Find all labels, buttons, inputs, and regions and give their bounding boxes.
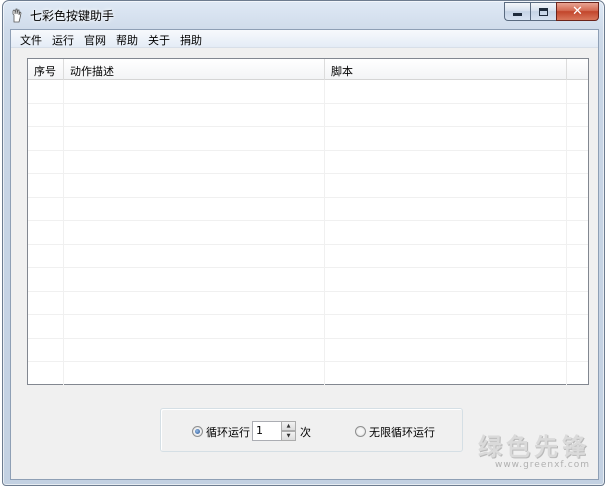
window-title: 七彩色按键助手 <box>30 9 115 23</box>
table-row <box>28 362 588 386</box>
table-row <box>28 174 588 198</box>
table-row <box>28 80 588 104</box>
column-header-description[interactable]: 动作描述 <box>64 59 325 80</box>
table-row <box>28 338 588 362</box>
menu-bar: 文件 运行 官网 帮助 关于 捐助 <box>11 30 598 48</box>
times-label: 次 <box>300 426 311 439</box>
table-row <box>28 268 588 292</box>
title-bar[interactable]: 七彩色按键助手 ✕ <box>3 1 604 29</box>
column-header-filler <box>567 59 588 80</box>
table-row <box>28 197 588 221</box>
table-row <box>28 127 588 151</box>
spin-down-button[interactable]: ▼ <box>281 431 296 441</box>
loop-label[interactable]: 循环运行 <box>206 424 250 440</box>
menu-about[interactable]: 关于 <box>143 30 175 47</box>
table-row <box>28 291 588 315</box>
watermark-url: www.greenxf.com <box>494 460 590 470</box>
caption-buttons: ✕ <box>504 2 599 21</box>
menu-help[interactable]: 帮助 <box>111 30 143 47</box>
infinite-loop-radio[interactable] <box>355 426 366 437</box>
watermark-text: 绿色先锋 <box>478 433 590 461</box>
spin-up-button[interactable]: ▲ <box>281 421 296 431</box>
table-row <box>28 244 588 268</box>
close-icon: ✕ <box>572 4 583 19</box>
list-header: 序号 动作描述 脚本 <box>28 59 588 80</box>
column-header-index[interactable]: 序号 <box>28 59 64 80</box>
app-window: 七彩色按键助手 ✕ 文件 运行 官网 帮助 关于 捐助 序号 动作描述 脚本 循… <box>2 0 605 486</box>
loop-count-spinner: ▲ ▼ <box>281 421 296 441</box>
table-row <box>28 315 588 339</box>
arrow-down-icon: ▼ <box>286 432 291 439</box>
menu-website[interactable]: 官网 <box>79 30 111 47</box>
action-list[interactable]: 序号 动作描述 脚本 <box>27 58 589 386</box>
menu-run[interactable]: 运行 <box>47 30 79 47</box>
table-row <box>28 150 588 174</box>
hand-icon <box>12 8 22 23</box>
menu-file[interactable]: 文件 <box>15 30 47 47</box>
watermark: 绿色先锋 www.greenxf.com <box>478 427 590 470</box>
minimize-icon <box>513 13 522 16</box>
list-body[interactable] <box>28 80 588 386</box>
loop-radio[interactable] <box>192 426 203 437</box>
minimize-button[interactable] <box>504 2 530 21</box>
maximize-icon <box>539 7 548 16</box>
arrow-up-icon: ▲ <box>286 422 291 429</box>
infinite-loop-label[interactable]: 无限循环运行 <box>369 424 435 440</box>
column-header-script[interactable]: 脚本 <box>325 59 567 80</box>
maximize-button[interactable] <box>530 2 556 21</box>
client-area: 文件 运行 官网 帮助 关于 捐助 序号 动作描述 脚本 循环运行 1 ▲ ▼ … <box>10 29 599 480</box>
loop-options-group: 循环运行 1 ▲ ▼ 次 无限循环运行 <box>160 408 463 452</box>
table-row <box>28 103 588 127</box>
close-button[interactable]: ✕ <box>556 2 599 21</box>
table-row <box>28 221 588 245</box>
menu-donate[interactable]: 捐助 <box>175 30 207 47</box>
